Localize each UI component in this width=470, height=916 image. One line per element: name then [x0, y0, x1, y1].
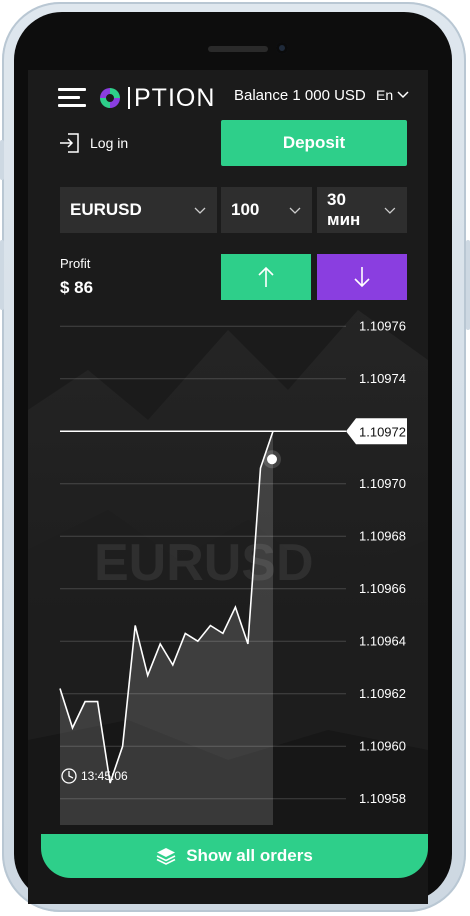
y-tick-label: 1.10964 [359, 633, 406, 648]
chart-y-ticks: 1.10976 1.10974 1.10970 1.10968 1.10966 1.109… [359, 318, 406, 806]
current-point [267, 454, 277, 465]
price-chart[interactable]: EURUSD 1.10972 1.109761.109741.109701.10… [28, 70, 428, 904]
y-tick-label: 1.10968 [359, 528, 406, 543]
start-time-label: 13:45:06 [81, 769, 128, 783]
y-tick-label: 1.10958 [359, 791, 406, 806]
phone-side-button [0, 240, 4, 310]
y-tick-label: 1.10974 [359, 371, 406, 386]
phone-side-button [466, 240, 470, 330]
show-all-orders-label: Show all orders [186, 846, 313, 865]
app-screen: PTION Balance 1 000 USD En Log in Deposi… [28, 70, 428, 904]
y-tick-label: 1.10970 [359, 476, 406, 491]
phone-speaker [208, 46, 268, 52]
current-price-label: 1.10972 [359, 424, 406, 439]
y-tick-label: 1.10966 [359, 581, 406, 596]
layers-icon [156, 848, 176, 865]
y-tick-label: 1.10976 [359, 318, 406, 333]
series-area [60, 431, 273, 825]
show-all-orders-button[interactable]: Show all orders [41, 834, 428, 878]
phone-side-button [0, 140, 4, 180]
y-tick-label: 1.10962 [359, 686, 406, 701]
chart-watermark: EURUSD [94, 534, 314, 592]
phone-camera [276, 42, 288, 54]
y-tick-label: 1.10960 [359, 738, 406, 753]
chart-series: 1.10972 [59, 418, 407, 825]
